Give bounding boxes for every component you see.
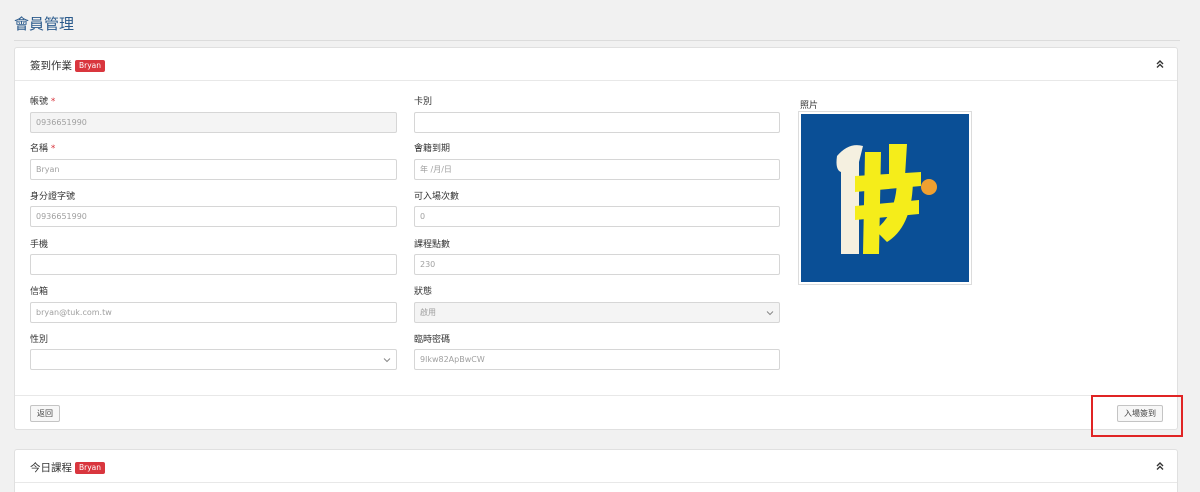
account-label: 帳號 * bbox=[30, 94, 55, 107]
name-input[interactable]: Bryan bbox=[30, 159, 397, 180]
card-type-input[interactable] bbox=[414, 112, 780, 133]
account-value: 0936651990 bbox=[36, 118, 87, 127]
membership-expiry-placeholder: 年 /月/日 bbox=[420, 165, 452, 174]
checkin-panel-footer: 返回 入場簽到 bbox=[15, 395, 1177, 429]
temp-password-value: 9lkw82ApBwCW bbox=[420, 355, 485, 364]
account-label-text: 帳號 bbox=[30, 97, 49, 107]
entries-remaining-input[interactable]: 0 bbox=[414, 206, 780, 227]
collapse-icon[interactable] bbox=[1155, 58, 1165, 70]
page-title: 會員管理 bbox=[14, 15, 75, 33]
back-button[interactable]: 返回 bbox=[30, 405, 60, 422]
checkin-highlight bbox=[1091, 395, 1183, 437]
gender-label: 性別 bbox=[30, 335, 49, 345]
required-mark: * bbox=[50, 97, 56, 107]
required-mark: * bbox=[50, 144, 56, 154]
id-number-input[interactable]: 0936651990 bbox=[30, 206, 397, 227]
member-photo bbox=[798, 111, 972, 285]
status-value: 啟用 bbox=[420, 308, 436, 317]
gender-select[interactable] bbox=[30, 349, 397, 370]
today-course-panel-title-text: 今日課程 bbox=[30, 462, 72, 474]
checkin-panel-header: 簽到作業 Bryan bbox=[15, 48, 1177, 81]
membership-expiry-label: 會籍到期 bbox=[414, 144, 451, 154]
id-number-value: 0936651990 bbox=[36, 212, 87, 221]
course-points-label: 課程點數 bbox=[414, 240, 451, 250]
today-course-panel-header: 今日課程 Bryan bbox=[15, 450, 1177, 483]
user-badge: Bryan bbox=[75, 59, 106, 72]
mobile-label: 手機 bbox=[30, 240, 49, 250]
name-label-text: 名稱 bbox=[30, 144, 49, 154]
checkin-panel-title-text: 簽到作業 bbox=[30, 60, 72, 72]
name-label: 名稱 * bbox=[30, 141, 55, 154]
temp-password-input[interactable]: 9lkw82ApBwCW bbox=[414, 349, 780, 370]
title-divider bbox=[14, 40, 1180, 41]
id-number-label: 身分證字號 bbox=[30, 192, 76, 202]
email-value: bryan@tuk.com.tw bbox=[36, 308, 112, 317]
photo-label: 照片 bbox=[800, 101, 819, 111]
status-label: 狀態 bbox=[414, 287, 433, 297]
account-input[interactable]: 0936651990 bbox=[30, 112, 397, 133]
temp-password-label: 臨時密碼 bbox=[414, 335, 451, 345]
brand-logo bbox=[801, 114, 969, 282]
chevron-down-icon bbox=[766, 310, 774, 315]
mobile-input[interactable] bbox=[30, 254, 397, 275]
entries-remaining-label: 可入場次數 bbox=[414, 192, 460, 202]
checkin-panel: 簽到作業 Bryan 帳號 * 0936651990 名稱 * Bryan 身分… bbox=[14, 47, 1178, 430]
checkin-panel-title: 簽到作業 Bryan bbox=[30, 58, 106, 73]
status-select[interactable]: 啟用 bbox=[414, 302, 780, 323]
user-badge: Bryan bbox=[75, 461, 106, 474]
today-course-panel-title: 今日課程 Bryan bbox=[30, 460, 106, 475]
course-points-input[interactable]: 230 bbox=[414, 254, 780, 275]
email-label: 信箱 bbox=[30, 287, 49, 297]
name-value: Bryan bbox=[36, 165, 60, 174]
today-course-panel: 今日課程 Bryan bbox=[14, 449, 1178, 492]
course-points-value: 230 bbox=[420, 260, 436, 269]
entries-remaining-value: 0 bbox=[420, 212, 426, 221]
chevron-down-icon bbox=[383, 357, 391, 362]
email-input[interactable]: bryan@tuk.com.tw bbox=[30, 302, 397, 323]
card-type-label: 卡別 bbox=[414, 97, 433, 107]
collapse-icon[interactable] bbox=[1155, 460, 1165, 472]
membership-expiry-date[interactable]: 年 /月/日 bbox=[414, 159, 780, 180]
